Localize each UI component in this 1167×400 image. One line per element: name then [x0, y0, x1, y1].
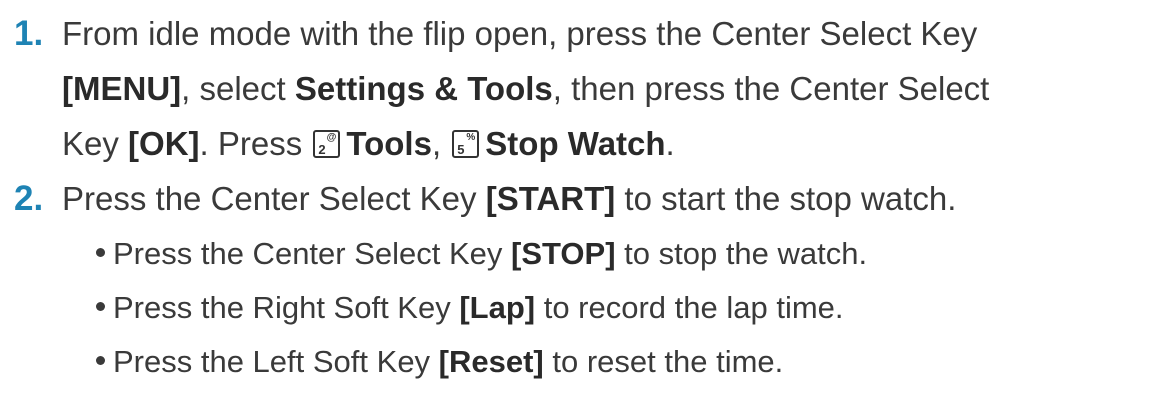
step-1-line-3: Key [OK]. Press 2 @ Tools, 5% Stop Watch.	[62, 120, 675, 168]
step-number: 2.	[14, 179, 44, 218]
bullet-dot-icon	[96, 302, 105, 311]
comma: ,	[431, 125, 442, 162]
period: .	[665, 125, 675, 162]
bullet-dot-icon	[96, 248, 105, 257]
step-text: Key	[62, 125, 129, 162]
reset-key-label: [Reset]	[438, 344, 544, 379]
ok-key-label: [OK]	[128, 125, 200, 162]
stop-watch-label: Stop Watch	[485, 125, 666, 162]
menu-key-label: [MENU]	[62, 70, 182, 107]
instruction-page: 1. From idle mode with the flip open, pre…	[0, 0, 1167, 400]
keypad-2-icon: 2 @	[313, 130, 341, 158]
step-text: Press the Center Select Key	[62, 180, 486, 217]
bullet-item: Press the Center Select Key [STOP] to st…	[96, 230, 867, 278]
bullet-text: to record the lap time.	[535, 290, 844, 325]
step-text: . Press	[199, 125, 312, 162]
bullet-dot-icon	[96, 356, 105, 365]
start-key-label: [START]	[485, 180, 616, 217]
step-2-line-1: 2. Press the Center Select Key [START] to…	[14, 175, 956, 223]
bullet-text: Press the Left Soft Key	[113, 344, 439, 379]
step-text: , select	[181, 70, 295, 107]
step-number: 1.	[14, 14, 44, 53]
bullet-text: to reset the time.	[543, 344, 784, 379]
bullet-text: Press the Center Select Key	[113, 236, 512, 271]
bullet-item: Press the Left Soft Key [Reset] to reset…	[96, 338, 783, 386]
step-text: From idle mode with the flip open, press…	[62, 15, 978, 52]
bullet-item: Press the Right Soft Key [Lap] to record…	[96, 284, 844, 332]
settings-tools-label: Settings & Tools	[294, 70, 553, 107]
step-text: to start the stop watch.	[615, 180, 957, 217]
stop-key-label: [STOP]	[511, 236, 616, 271]
bullet-text: Press the Right Soft Key	[113, 290, 460, 325]
bullet-text: to stop the watch.	[615, 236, 868, 271]
step-1-line-1: 1. From idle mode with the flip open, pre…	[14, 10, 977, 58]
tools-label: Tools	[346, 125, 432, 162]
step-text: , then press the Center Select	[552, 70, 990, 107]
lap-key-label: [Lap]	[459, 290, 536, 325]
step-1-line-2: [MENU], select Settings & Tools, then pr…	[62, 65, 989, 113]
keypad-5-icon: 5%	[452, 130, 480, 158]
